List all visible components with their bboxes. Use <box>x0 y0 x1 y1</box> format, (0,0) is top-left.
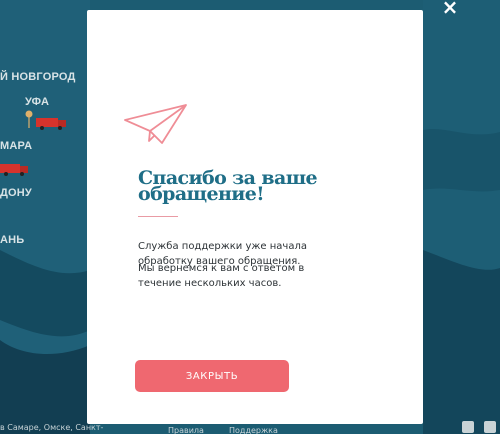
modal-title: Спасибо за ваше обращение! <box>138 169 338 204</box>
footer-text: в Самаре, Омске, Санкт- <box>0 423 104 432</box>
truck-icon <box>0 164 28 176</box>
footer-link-rules[interactable]: Правила <box>168 426 204 434</box>
facebook-icon[interactable] <box>462 421 474 433</box>
response-text: Мы вернемся к вам с ответом в течение не… <box>138 263 305 289</box>
close-icon[interactable]: × <box>440 0 460 20</box>
city-label: АНЬ <box>0 234 25 246</box>
footer-link-support[interactable]: Поддержка <box>229 426 278 434</box>
modal-dialog: Спасибо за ваше обращение! Служба поддер… <box>87 10 423 424</box>
paper-plane-icon <box>124 104 187 144</box>
close-button[interactable]: ЗАКРЫТЬ <box>135 360 289 392</box>
vk-icon[interactable] <box>484 421 496 433</box>
city-label: ДОНУ <box>0 187 32 199</box>
truck-icon <box>36 118 66 130</box>
city-label: УФА <box>25 96 50 108</box>
title-divider <box>138 216 178 217</box>
city-label: Й НОВГОРОД <box>0 71 76 83</box>
